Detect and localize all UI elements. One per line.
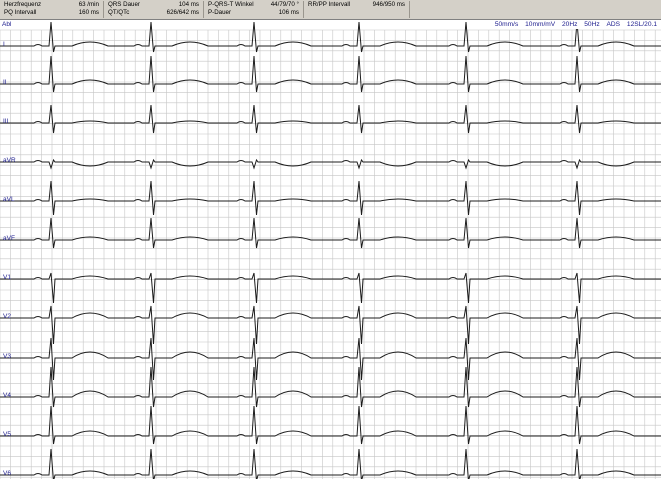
lead-label-V5: V5 [3,431,11,438]
qrs-label: QRS Dauer [108,1,140,8]
pq-row: PQ Intervall 160 ms [4,9,99,17]
qt-value: 626/642 ms [166,9,199,16]
p-duration-value: 106 ms [278,9,299,16]
ecg-grid-and-traces [0,21,661,479]
lead-label-V1: V1 [3,274,11,281]
header-cell-rate-pq: Herzfrequenz 63 /min PQ Intervall 160 ms [0,1,104,18]
lead-label-V3: V3 [3,353,11,360]
ecg-strip[interactable]: Abl 50mm/s 10mm/mV 20Hz 50Hz ADS 12SL/20… [0,20,661,479]
lead-label-I: I [3,41,5,48]
lead-label-aVR: aVR [3,157,16,164]
axis-row: P-QRS-T Winkel 44/79/70 ° [208,1,299,9]
lead-label-V2: V2 [3,313,11,320]
header-cell-rr: RR/PP Intervall 946/950 ms [304,1,410,18]
lead-label-II: II [3,79,7,86]
measurement-header: Herzfrequenz 63 /min PQ Intervall 160 ms… [0,0,661,20]
recording-settings: 50mm/s 10mm/mV 20Hz 50Hz ADS 12SL/20.1 [486,20,657,29]
lead-label-V6: V6 [3,470,11,477]
pq-value: 160 ms [78,9,99,16]
pq-label: PQ Intervall [4,9,37,16]
header-cell-qrs-qt: QRS Dauer 104 ms QT/QTc 626/642 ms [104,1,204,18]
qrs-value: 104 ms [178,1,199,8]
ads-setting: ADS [606,21,621,28]
qt-label: QT/QTc [108,9,130,16]
axis-label: P-QRS-T Winkel [208,1,254,8]
heart-rate-label: Herzfrequenz [4,1,42,8]
heart-rate-row: Herzfrequenz 63 /min [4,1,99,9]
lead-label-III: III [3,118,9,125]
lead-label-aVL: aVL [3,196,15,203]
axis-value: 44/79/70 ° [270,1,299,8]
p-duration-label: P-Dauer [208,9,232,16]
mains-filter-setting: 50Hz [584,21,600,28]
p-duration-row: P-Dauer 106 ms [208,9,299,17]
heart-rate-value: 63 /min [78,1,99,8]
qt-row: QT/QTc 626/642 ms [108,9,199,17]
device-setting: 12SL/20.1 [626,21,657,28]
abl-label: Abl [2,21,12,28]
lead-label-aVF: aVF [3,235,15,242]
hp-filter-setting: 20Hz [562,21,578,28]
lead-label-V4: V4 [3,392,11,399]
header-cell-axis-p: P-QRS-T Winkel 44/79/70 ° P-Dauer 106 ms [204,1,304,18]
rr-value: 946/950 ms [372,1,405,8]
qrs-row: QRS Dauer 104 ms [108,1,199,9]
gain-setting: 10mm/mV [525,21,556,28]
speed-setting: 50mm/s [494,21,519,28]
rr-row: RR/PP Intervall 946/950 ms [308,1,405,9]
rr-label: RR/PP Intervall [308,1,351,8]
